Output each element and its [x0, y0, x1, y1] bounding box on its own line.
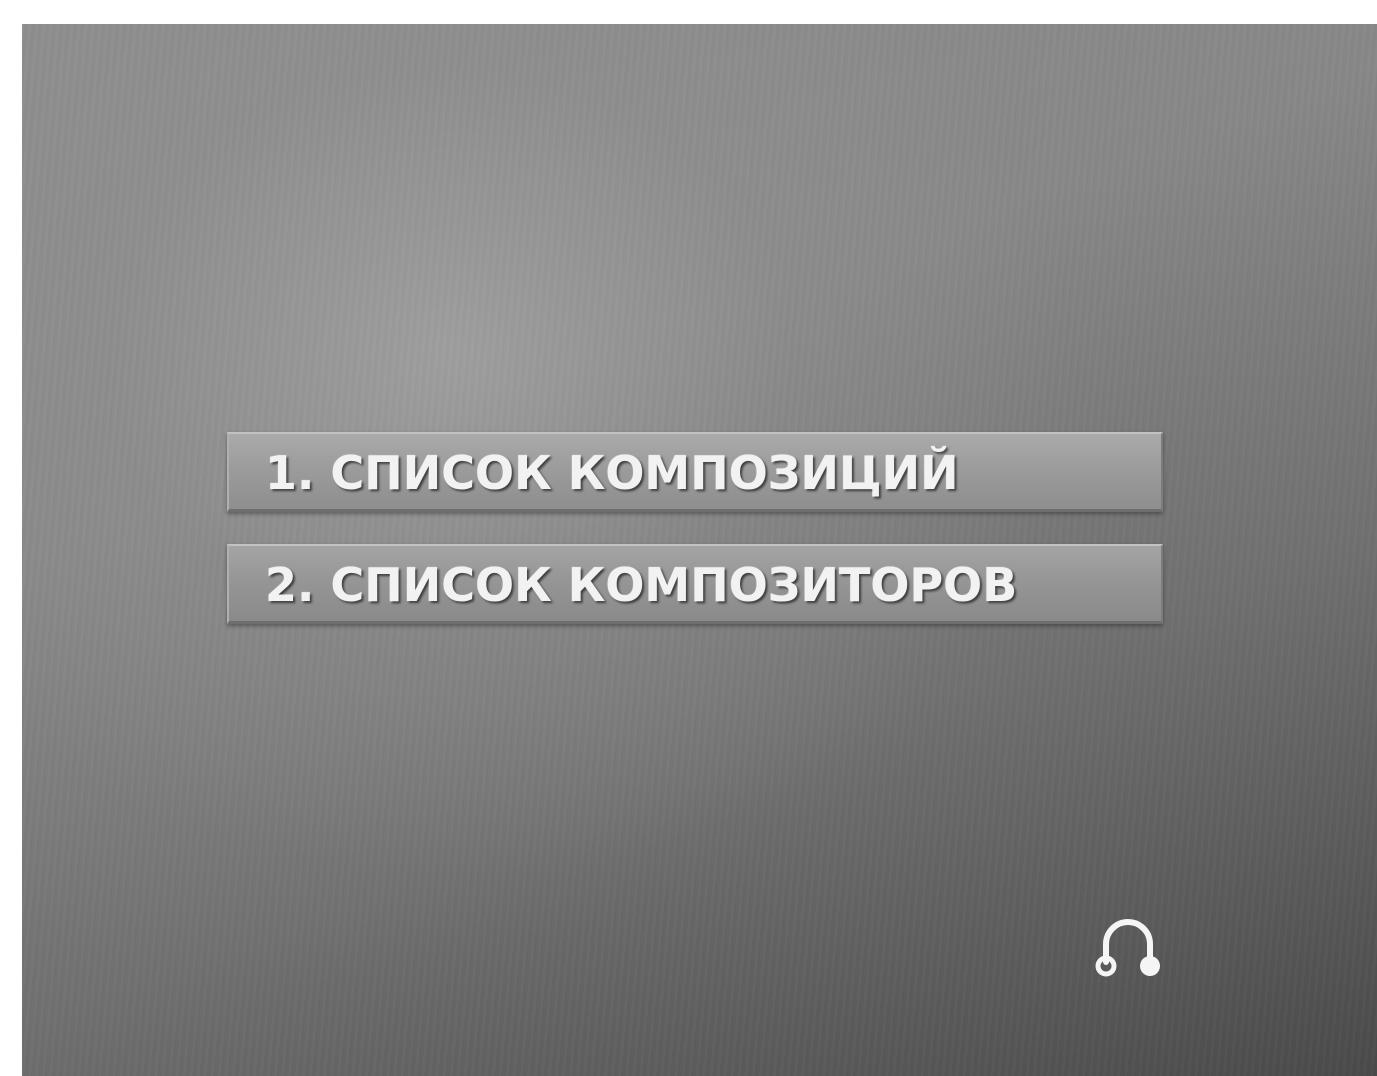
headphone-icon	[1095, 919, 1160, 977]
menu-item-song-list[interactable]: 1. СПИСОК КОМПОЗИЦИЙ	[227, 432, 1163, 512]
menu-item-label: 2. СПИСОК КОМПОЗИТОРОВ	[265, 558, 1018, 612]
menu-item-composer-list[interactable]: 2. СПИСОК КОМПОЗИТОРОВ	[227, 544, 1163, 624]
tv-menu-screen: 1. СПИСОК КОМПОЗИЦИЙ 2. СПИСОК КОМПОЗИТО…	[22, 24, 1377, 1076]
main-menu: 1. СПИСОК КОМПОЗИЦИЙ 2. СПИСОК КОМПОЗИТО…	[227, 432, 1163, 656]
menu-item-label: 1. СПИСОК КОМПОЗИЦИЙ	[265, 446, 959, 500]
screen-frame: 1. СПИСОК КОМПОЗИЦИЙ 2. СПИСОК КОМПОЗИТО…	[0, 0, 1377, 1076]
